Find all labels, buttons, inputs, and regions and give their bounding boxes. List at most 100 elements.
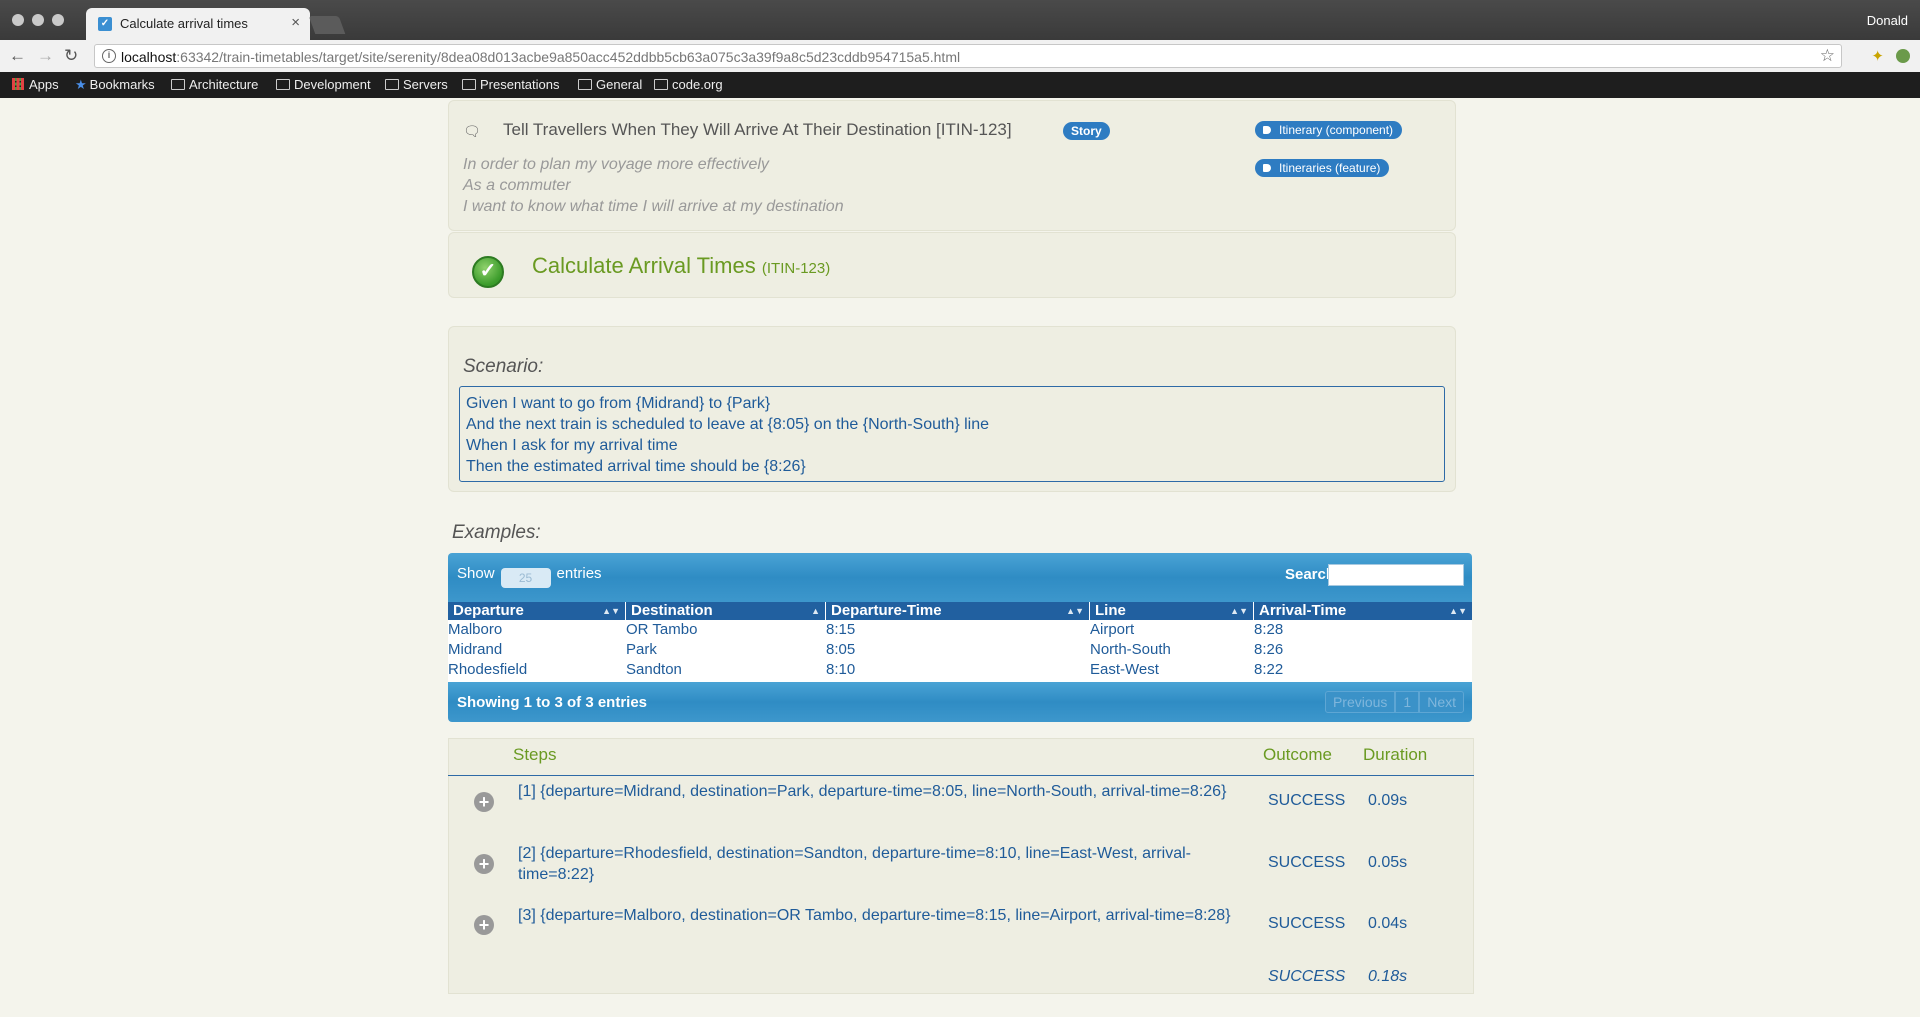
duration-header: Duration <box>1363 745 1428 764</box>
comments-icon: 🗨 <box>463 123 481 139</box>
examples-table-body: Malboro OR Tambo 8:15 Airport 8:28 Midra… <box>448 620 1472 682</box>
star-icon: ★ <box>75 77 87 92</box>
table-cell: 8:22 <box>1254 661 1284 678</box>
examples-columns: Departure ▲▼ Destination ▲ Departure-Time ▲… <box>448 602 1472 620</box>
next-page-button[interactable]: Next <box>1419 691 1464 713</box>
bookmark-development[interactable]: Development <box>276 77 371 92</box>
new-tab-button[interactable] <box>308 16 346 34</box>
outcome-header: Outcome <box>1263 745 1332 764</box>
bookmark-servers[interactable]: Servers <box>385 77 448 92</box>
expand-step-icon[interactable]: + <box>474 792 494 812</box>
table-row[interactable]: Midrand Park 8:05 North-South 8:26 <box>448 640 1472 660</box>
step-duration: 0.05s <box>1368 854 1408 871</box>
apps-grid-icon <box>12 78 24 90</box>
table-cell: 8:15 <box>826 621 856 638</box>
steps-header-divider <box>448 775 1474 776</box>
sort-icon: ▲▼ <box>602 606 620 616</box>
story-title: Tell Travellers When They Will Arrive At… <box>503 120 1012 139</box>
sort-asc-icon: ▲ <box>811 606 820 616</box>
bookmark-code-org[interactable]: code.org <box>654 77 723 92</box>
table-cell: 8:26 <box>1254 641 1284 658</box>
scenario-line: Then the estimated arrival time should b… <box>466 458 806 475</box>
table-cell: Sandton <box>626 661 682 678</box>
bookmark-apps[interactable]: Apps <box>12 77 59 92</box>
tag-icon <box>1263 126 1271 134</box>
scenario-line: Given I want to go from {Midrand} to {Pa… <box>466 395 771 412</box>
test-title: Calculate Arrival Times (ITIN-123) <box>532 253 831 278</box>
scenario-label: Scenario: <box>463 356 544 377</box>
column-destination[interactable]: Destination ▲ <box>626 602 826 620</box>
extension-icon[interactable] <box>1896 49 1910 63</box>
bookmarks-bar: Apps ★ Bookmarks Architecture Development… <box>0 72 1920 98</box>
table-cell: Park <box>626 641 657 658</box>
table-cell: OR Tambo <box>626 621 698 638</box>
bookmark-architecture[interactable]: Architecture <box>171 77 258 92</box>
close-tab-icon[interactable]: × <box>291 14 300 31</box>
folder-icon <box>462 79 476 90</box>
bookmark-presentations[interactable]: Presentations <box>462 77 560 92</box>
previous-page-button[interactable]: Previous <box>1324 691 1396 713</box>
examples-label: Examples: <box>452 522 541 543</box>
table-cell: 8:28 <box>1254 621 1284 638</box>
address-toolbar: ← → ↻ i localhost:63342/train-timetables… <box>0 40 1920 72</box>
step-outcome: SUCCESS <box>1268 915 1346 932</box>
table-cell: North-South <box>1090 641 1171 658</box>
folder-icon <box>578 79 592 90</box>
step-description: [1] {departure=Midrand, destination=Park… <box>518 783 1227 800</box>
info-icon[interactable]: i <box>102 49 116 63</box>
table-cell: 8:10 <box>826 661 856 678</box>
pagination: Previous 1 Next <box>1324 691 1464 713</box>
bookmark-bookmarks[interactable]: ★ Bookmarks <box>75 77 155 93</box>
folder-icon <box>171 79 185 90</box>
forward-arrow-icon[interactable]: → <box>37 46 54 66</box>
browser-tab[interactable]: ✓ Calculate arrival times × <box>86 8 310 40</box>
minimize-window-button[interactable] <box>32 14 44 26</box>
folder-icon <box>654 79 668 90</box>
table-cell: East-West <box>1090 661 1159 678</box>
sort-icon: ▲▼ <box>1066 606 1084 616</box>
bookmark-star-icon[interactable]: ☆ <box>1820 46 1835 66</box>
page-length-control: Show 25 entries <box>457 565 602 588</box>
sort-icon: ▲▼ <box>1449 606 1467 616</box>
tag-itineraries-feature[interactable]: Itineraries (feature) <box>1255 159 1390 177</box>
table-row[interactable]: Rhodesfield Sandton 8:10 East-West 8:22 <box>448 660 1472 680</box>
step-description: [3] {departure=Malboro, destination=OR T… <box>518 907 1231 924</box>
scenario-line: When I ask for my arrival time <box>466 437 678 454</box>
column-line[interactable]: Line ▲▼ <box>1090 602 1254 620</box>
puzzle-extension-icon[interactable]: ✦ <box>1871 47 1884 65</box>
reload-icon[interactable]: ↻ <box>64 46 78 66</box>
table-cell: Midrand <box>448 641 503 658</box>
folder-icon <box>385 79 399 90</box>
step-outcome: SUCCESS <box>1268 854 1346 871</box>
column-departure-time[interactable]: Departure-Time ▲▼ <box>826 602 1090 620</box>
table-cell: Malboro <box>448 621 503 638</box>
scenario-line: And the next train is scheduled to leave… <box>466 416 990 433</box>
tag-itinerary-component[interactable]: Itinerary (component) <box>1255 121 1403 139</box>
bookmark-general[interactable]: General <box>578 77 642 92</box>
page-length-select[interactable]: 25 <box>500 568 551 588</box>
table-row[interactable]: Malboro OR Tambo 8:15 Airport 8:28 <box>448 620 1472 640</box>
folder-icon <box>276 79 290 90</box>
step-outcome: SUCCESS <box>1268 792 1346 809</box>
profile-name[interactable]: Donald <box>1867 13 1908 28</box>
page-1-button[interactable]: 1 <box>1395 691 1420 713</box>
step-description: [2] {departure=Rhodesfield, destination=… <box>518 845 1191 883</box>
close-window-button[interactable] <box>12 14 24 26</box>
steps-header: Steps <box>513 745 557 764</box>
story-narrative: In order to plan my voyage more effectiv… <box>463 156 844 215</box>
total-duration: 0.18s <box>1368 968 1408 985</box>
story-badge: Story <box>1063 122 1110 140</box>
step-duration: 0.04s <box>1368 915 1408 932</box>
table-cell: Airport <box>1090 621 1135 638</box>
url-bar[interactable]: i localhost:63342/train-timetables/targe… <box>94 44 1842 68</box>
column-arrival-time[interactable]: Arrival-Time ▲▼ <box>1254 602 1472 620</box>
scenario-steps: Given I want to go from {Midrand} to {Pa… <box>459 386 1445 482</box>
expand-step-icon[interactable]: + <box>474 854 494 874</box>
total-outcome: SUCCESS <box>1268 968 1346 985</box>
back-arrow-icon[interactable]: ← <box>9 46 26 66</box>
examples-table-header: Show 25 entries Search: <box>448 553 1472 602</box>
column-departure[interactable]: Departure ▲▼ <box>448 602 626 620</box>
expand-step-icon[interactable]: + <box>474 915 494 935</box>
search-input[interactable] <box>1328 564 1464 586</box>
zoom-window-button[interactable] <box>52 14 64 26</box>
